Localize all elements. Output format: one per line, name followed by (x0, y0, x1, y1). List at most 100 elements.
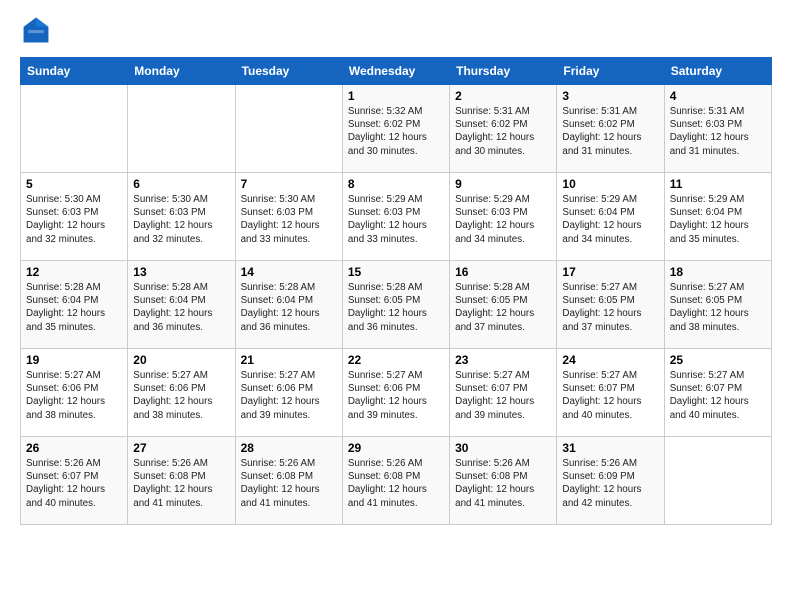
calendar-cell: 14Sunrise: 5:28 AM Sunset: 6:04 PM Dayli… (235, 261, 342, 349)
day-info: Sunrise: 5:28 AM Sunset: 6:04 PM Dayligh… (133, 281, 229, 334)
day-number: 19 (26, 353, 122, 367)
calendar-cell: 16 Sunrise: 5:28 AM Sunset: 6:05 PM Dayli… (450, 261, 557, 349)
calendar-cell: 11 Sunrise: 5:29 AM Sunset: 6:04 PM Dayli… (664, 173, 771, 261)
calendar-cell (128, 85, 235, 173)
weekday-header-friday: Friday (557, 58, 664, 85)
calendar-cell: 12 Sunrise: 5:28 AM Sunset: 6:04 PM Dayli… (21, 261, 128, 349)
day-info: Sunrise: 5:31 AM Sunset: 6:03 PM Dayligh… (670, 105, 766, 158)
weekday-header-saturday: Saturday (664, 58, 771, 85)
calendar-cell: 29 Sunrise: 5:26 AM Sunset: 6:08 PM Dayli… (342, 437, 449, 525)
calendar-cell: 21 Sunrise: 5:27 AM Sunset: 6:06 PM Dayli… (235, 349, 342, 437)
calendar-cell: 31 Sunrise: 5:26 AM Sunset: 6:09 PM Dayli… (557, 437, 664, 525)
day-info: Sunrise: 5:28 AM Sunset: 6:05 PM Dayligh… (455, 281, 551, 334)
day-info: Sunrise: 5:28 AM Sunset: 6:04 PM Dayligh… (26, 281, 122, 334)
day-info: Sunrise: 5:27 AM Sunset: 6:07 PM Dayligh… (455, 369, 551, 422)
day-number: 8 (348, 177, 444, 191)
day-number: 29 (348, 441, 444, 455)
day-info: Sunrise: 5:26 AM Sunset: 6:07 PM Dayligh… (26, 457, 122, 510)
day-info: Sunrise: 5:27 AM Sunset: 6:06 PM Dayligh… (26, 369, 122, 422)
calendar-cell: 9 Sunrise: 5:29 AM Sunset: 6:03 PM Daylig… (450, 173, 557, 261)
day-number: 18 (670, 265, 766, 279)
calendar-week-row: 5Sunrise: 5:30 AM Sunset: 6:03 PM Daylig… (21, 173, 772, 261)
day-info: Sunrise: 5:27 AM Sunset: 6:07 PM Dayligh… (670, 369, 766, 422)
logo-icon (22, 16, 50, 44)
calendar-cell: 24Sunrise: 5:27 AM Sunset: 6:07 PM Dayli… (557, 349, 664, 437)
day-number: 10 (562, 177, 658, 191)
calendar-cell: 13 Sunrise: 5:28 AM Sunset: 6:04 PM Dayli… (128, 261, 235, 349)
day-number: 22 (348, 353, 444, 367)
calendar-cell: 17 Sunrise: 5:27 AM Sunset: 6:05 PM Dayli… (557, 261, 664, 349)
day-info: Sunrise: 5:30 AM Sunset: 6:03 PM Dayligh… (241, 193, 337, 246)
day-info: Sunrise: 5:30 AM Sunset: 6:03 PM Dayligh… (133, 193, 229, 246)
day-info: Sunrise: 5:31 AM Sunset: 6:02 PM Dayligh… (455, 105, 551, 158)
day-number: 26 (26, 441, 122, 455)
day-number: 16 (455, 265, 551, 279)
day-number: 23 (455, 353, 551, 367)
day-info: Sunrise: 5:26 AM Sunset: 6:08 PM Dayligh… (241, 457, 337, 510)
weekday-header-monday: Monday (128, 58, 235, 85)
day-number: 3 (562, 89, 658, 103)
calendar-cell: 7 Sunrise: 5:30 AM Sunset: 6:03 PM Daylig… (235, 173, 342, 261)
weekday-header-wednesday: Wednesday (342, 58, 449, 85)
day-info: Sunrise: 5:32 AM Sunset: 6:02 PM Dayligh… (348, 105, 444, 158)
calendar-week-row: 12 Sunrise: 5:28 AM Sunset: 6:04 PM Dayli… (21, 261, 772, 349)
calendar-cell: 27 Sunrise: 5:26 AM Sunset: 6:08 PM Dayli… (128, 437, 235, 525)
day-info: Sunrise: 5:29 AM Sunset: 6:04 PM Dayligh… (562, 193, 658, 246)
logo (20, 16, 50, 49)
calendar-cell: 23 Sunrise: 5:27 AM Sunset: 6:07 PM Dayli… (450, 349, 557, 437)
day-info: Sunrise: 5:29 AM Sunset: 6:03 PM Dayligh… (348, 193, 444, 246)
calendar-table: SundayMondayTuesdayWednesdayThursdayFrid… (20, 57, 772, 525)
day-number: 25 (670, 353, 766, 367)
calendar-body: 1 Sunrise: 5:32 AM Sunset: 6:02 PM Daylig… (21, 85, 772, 525)
day-info: Sunrise: 5:27 AM Sunset: 6:06 PM Dayligh… (241, 369, 337, 422)
day-info: Sunrise: 5:27 AM Sunset: 6:05 PM Dayligh… (562, 281, 658, 334)
calendar-cell: 6 Sunrise: 5:30 AM Sunset: 6:03 PM Daylig… (128, 173, 235, 261)
calendar-cell: 8 Sunrise: 5:29 AM Sunset: 6:03 PM Daylig… (342, 173, 449, 261)
day-info: Sunrise: 5:31 AM Sunset: 6:02 PM Dayligh… (562, 105, 658, 158)
day-info: Sunrise: 5:26 AM Sunset: 6:08 PM Dayligh… (348, 457, 444, 510)
day-info: Sunrise: 5:29 AM Sunset: 6:04 PM Dayligh… (670, 193, 766, 246)
calendar-cell: 26 Sunrise: 5:26 AM Sunset: 6:07 PM Dayli… (21, 437, 128, 525)
day-number: 2 (455, 89, 551, 103)
day-number: 9 (455, 177, 551, 191)
day-number: 7 (241, 177, 337, 191)
day-number: 28 (241, 441, 337, 455)
calendar-cell: 25 Sunrise: 5:27 AM Sunset: 6:07 PM Dayli… (664, 349, 771, 437)
calendar-cell: 19 Sunrise: 5:27 AM Sunset: 6:06 PM Dayli… (21, 349, 128, 437)
calendar-week-row: 19 Sunrise: 5:27 AM Sunset: 6:06 PM Dayli… (21, 349, 772, 437)
day-info: Sunrise: 5:27 AM Sunset: 6:06 PM Dayligh… (348, 369, 444, 422)
day-number: 14 (241, 265, 337, 279)
day-number: 20 (133, 353, 229, 367)
day-number: 15 (348, 265, 444, 279)
calendar-cell: 18 Sunrise: 5:27 AM Sunset: 6:05 PM Dayli… (664, 261, 771, 349)
calendar-cell (21, 85, 128, 173)
day-number: 13 (133, 265, 229, 279)
day-number: 31 (562, 441, 658, 455)
calendar-cell (664, 437, 771, 525)
day-number: 17 (562, 265, 658, 279)
day-number: 12 (26, 265, 122, 279)
calendar-cell: 4Sunrise: 5:31 AM Sunset: 6:03 PM Daylig… (664, 85, 771, 173)
day-number: 30 (455, 441, 551, 455)
day-info: Sunrise: 5:27 AM Sunset: 6:05 PM Dayligh… (670, 281, 766, 334)
calendar-header: SundayMondayTuesdayWednesdayThursdayFrid… (21, 58, 772, 85)
day-number: 27 (133, 441, 229, 455)
weekday-header-thursday: Thursday (450, 58, 557, 85)
day-number: 11 (670, 177, 766, 191)
calendar-cell (235, 85, 342, 173)
calendar-cell: 10 Sunrise: 5:29 AM Sunset: 6:04 PM Dayli… (557, 173, 664, 261)
calendar-week-row: 1 Sunrise: 5:32 AM Sunset: 6:02 PM Daylig… (21, 85, 772, 173)
day-number: 6 (133, 177, 229, 191)
day-number: 21 (241, 353, 337, 367)
day-info: Sunrise: 5:26 AM Sunset: 6:08 PM Dayligh… (455, 457, 551, 510)
day-info: Sunrise: 5:28 AM Sunset: 6:05 PM Dayligh… (348, 281, 444, 334)
day-info: Sunrise: 5:30 AM Sunset: 6:03 PM Dayligh… (26, 193, 122, 246)
day-number: 1 (348, 89, 444, 103)
calendar-cell: 20Sunrise: 5:27 AM Sunset: 6:06 PM Dayli… (128, 349, 235, 437)
day-info: Sunrise: 5:26 AM Sunset: 6:08 PM Dayligh… (133, 457, 229, 510)
calendar-cell: 30 Sunrise: 5:26 AM Sunset: 6:08 PM Dayli… (450, 437, 557, 525)
page-header (20, 16, 772, 49)
day-info: Sunrise: 5:26 AM Sunset: 6:09 PM Dayligh… (562, 457, 658, 510)
day-info: Sunrise: 5:29 AM Sunset: 6:03 PM Dayligh… (455, 193, 551, 246)
calendar-cell: 28 Sunrise: 5:26 AM Sunset: 6:08 PM Dayli… (235, 437, 342, 525)
